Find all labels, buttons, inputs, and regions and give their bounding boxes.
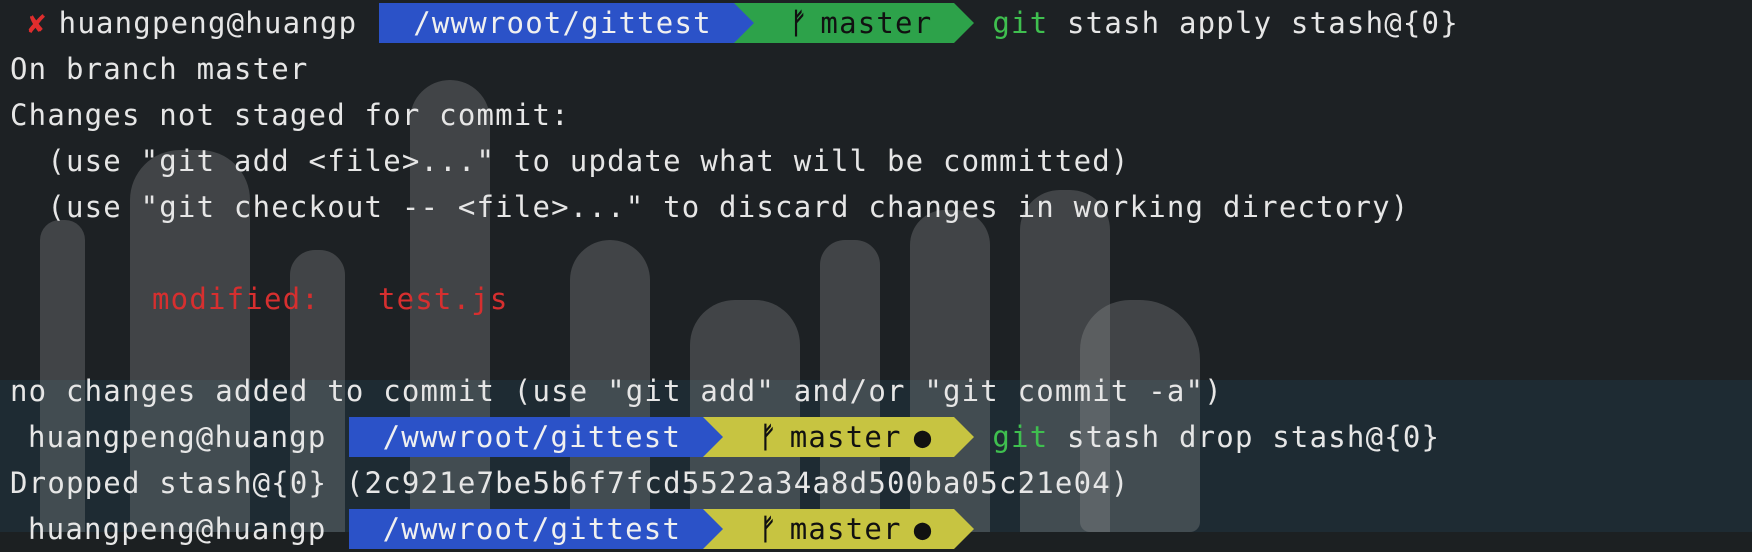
output-changes-header: Changes not staged for commit: xyxy=(10,98,570,132)
command-args: stash apply stash@{0} xyxy=(1048,6,1459,40)
modified-label: modified: xyxy=(152,282,320,316)
command-binary: git xyxy=(992,6,1049,40)
output-hint-checkout: (use "git checkout -- <file>..." to disc… xyxy=(10,190,1410,224)
prompt-path-segment: /wwwroot/gittest xyxy=(379,3,734,43)
user-host-label: huangpeng@huangp xyxy=(28,512,327,546)
command-binary: git xyxy=(992,420,1049,454)
output-modified-row: modified: test.js xyxy=(0,276,1752,322)
output-on-branch: On branch master xyxy=(10,52,309,86)
command-args: stash drop stash@{0} xyxy=(1048,420,1441,454)
prompt-path-segment: /wwwroot/gittest xyxy=(348,509,704,549)
powerline-separator-icon xyxy=(733,3,754,43)
branch-label: master xyxy=(789,420,902,454)
git-branch-icon: ᚠ xyxy=(789,6,809,40)
command-text: git stash apply stash@{0} xyxy=(992,0,1459,46)
prompt-git-segment: ᚠ master ● xyxy=(723,417,955,457)
output-no-changes: no changes added to commit (use "git add… xyxy=(10,374,1223,408)
terminal-output: ✘ huangpeng@huangp /wwwroot/gittest ᚠ mast… xyxy=(0,0,1752,552)
dirty-indicator-icon: ● xyxy=(913,512,933,546)
powerline-separator-icon xyxy=(954,417,975,457)
prompt-git-segment: ᚠ master ● xyxy=(723,509,955,549)
prompt-user-segment: ✘ huangpeng@huangp xyxy=(0,3,379,43)
git-branch-icon: ᚠ xyxy=(759,512,778,546)
user-host-label: huangpeng@huangp xyxy=(28,420,327,454)
prompt-user-segment: huangpeng@huangp xyxy=(0,417,349,457)
prompt-line-1: ✘ huangpeng@huangp /wwwroot/gittest ᚠ mast… xyxy=(0,0,1752,46)
path-label: /wwwroot/gittest xyxy=(382,512,682,546)
powerline-separator-icon xyxy=(703,417,724,457)
powerline-separator-icon xyxy=(954,3,975,43)
prompt-line-3: huangpeng@huangp /wwwroot/gittest ᚠ maste… xyxy=(0,506,1752,552)
error-status-icon: ✘ xyxy=(28,6,47,40)
branch-label: master xyxy=(820,6,933,40)
user-host-label: huangpeng@huangp xyxy=(58,6,358,40)
output-blank xyxy=(0,322,1752,368)
output-blank xyxy=(0,230,1752,276)
dirty-indicator-icon: ● xyxy=(913,420,933,454)
output-hint-add: (use "git add <file>..." to update what … xyxy=(10,144,1130,178)
command-text: git stash drop stash@{0} xyxy=(992,414,1440,460)
git-branch-icon: ᚠ xyxy=(759,420,778,454)
path-label: /wwwroot/gittest xyxy=(413,6,712,40)
prompt-git-segment: ᚠ master xyxy=(753,3,955,43)
prompt-line-2: huangpeng@huangp /wwwroot/gittest ᚠ maste… xyxy=(0,414,1752,460)
modified-file: test.js xyxy=(377,282,509,316)
powerline-separator-icon xyxy=(703,509,724,549)
output-dropped: Dropped stash@{0} (2c921e7be5b6f7fcd5522… xyxy=(10,466,1130,500)
powerline-separator-icon xyxy=(954,509,975,549)
path-label: /wwwroot/gittest xyxy=(382,420,682,454)
prompt-user-segment: huangpeng@huangp xyxy=(0,509,349,549)
branch-label: master xyxy=(789,512,902,546)
prompt-path-segment: /wwwroot/gittest xyxy=(348,417,704,457)
